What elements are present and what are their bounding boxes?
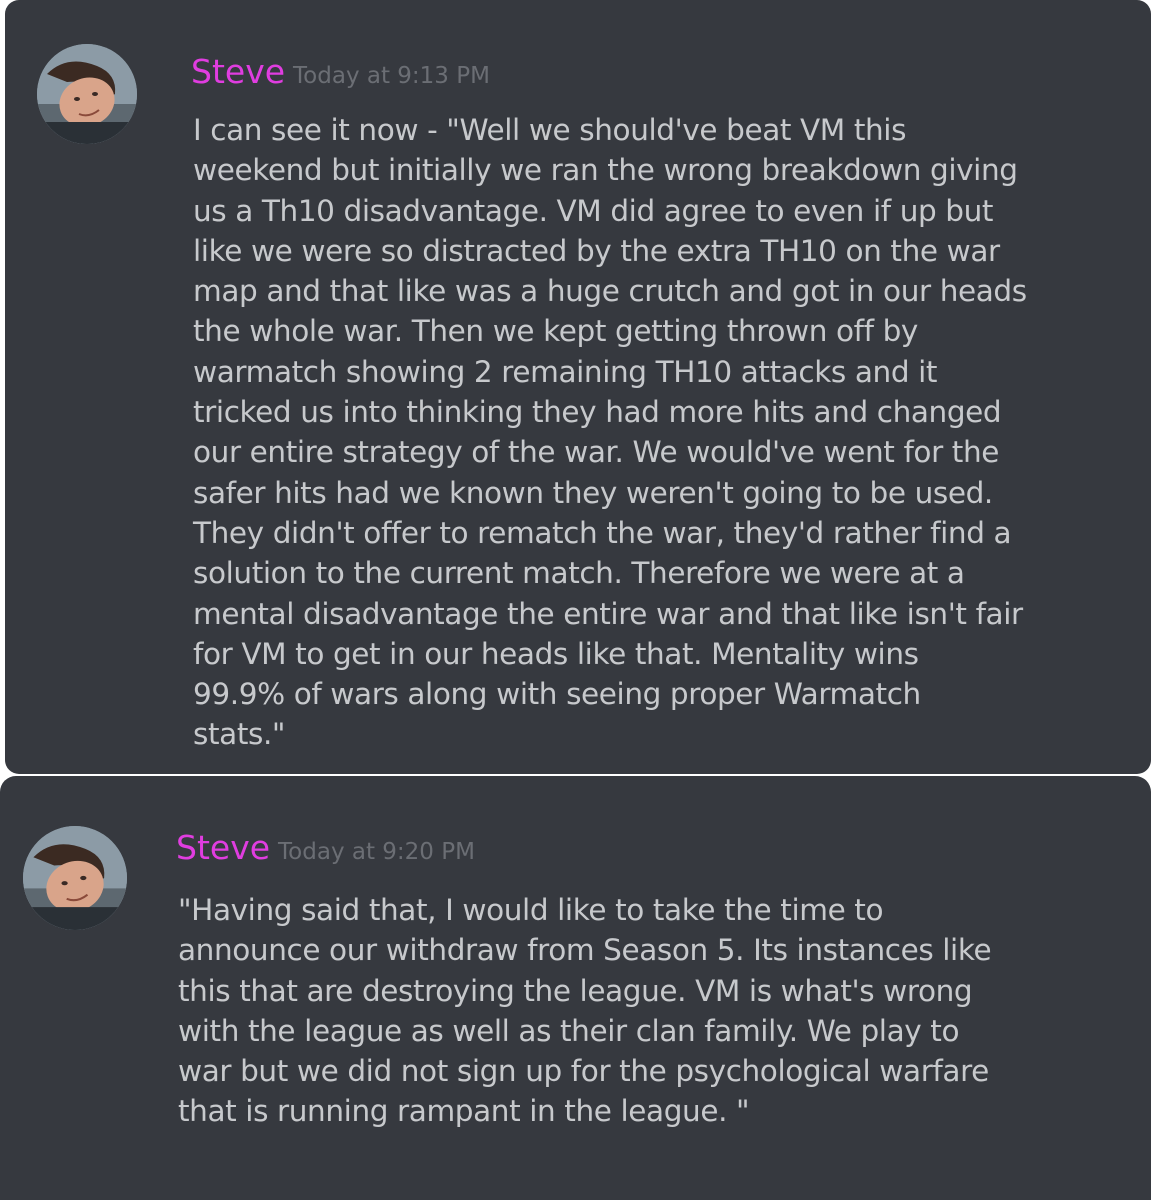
timestamp: Today at 9:13 PM xyxy=(293,63,490,89)
avatar-photo-icon xyxy=(37,44,137,144)
user-avatar[interactable] xyxy=(37,44,137,144)
message-text: "Having said that, I would like to take … xyxy=(178,893,992,1129)
avatar-photo-icon xyxy=(23,826,127,930)
user-avatar[interactable] xyxy=(23,826,127,930)
message-header: Steve Today at 9:13 PM xyxy=(191,52,490,91)
chat-message: Steve Today at 9:20 PM "Having said that,… xyxy=(0,776,1151,1200)
chat-screenshot: Steve Today at 9:13 PM I can see it now -… xyxy=(0,0,1151,1200)
message-text: I can see it now - "Well we should've be… xyxy=(193,113,1027,752)
timestamp: Today at 9:20 PM xyxy=(278,839,475,865)
username[interactable]: Steve xyxy=(176,828,270,867)
message-header: Steve Today at 9:20 PM xyxy=(176,828,475,867)
username[interactable]: Steve xyxy=(191,52,285,91)
chat-message: Steve Today at 9:13 PM I can see it now -… xyxy=(5,0,1151,774)
